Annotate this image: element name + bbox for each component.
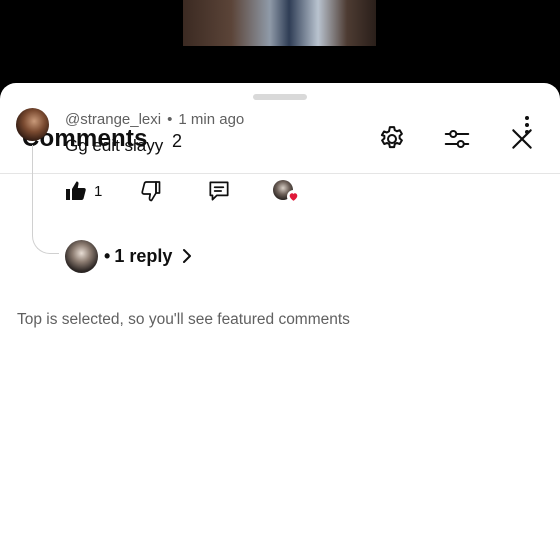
thumbs-down-icon	[141, 181, 161, 202]
meta-separator: •	[167, 111, 173, 128]
video-thumbnail	[183, 0, 376, 46]
avatar[interactable]	[16, 108, 49, 141]
video-area	[0, 0, 560, 92]
reply-avatar	[65, 239, 98, 273]
gear-icon	[380, 126, 403, 149]
chevron-right-icon	[183, 249, 192, 263]
thread-connector	[32, 145, 59, 254]
comment-username[interactable]: @strange_lexi	[65, 111, 161, 128]
more-vert-icon[interactable]	[516, 113, 538, 137]
sort-filter-button[interactable]	[441, 123, 473, 155]
comment-text: Gg edit slayy	[65, 136, 164, 155]
comment-time: 1 min ago	[178, 111, 245, 128]
creator-heart[interactable]	[273, 178, 300, 204]
reply-button[interactable]	[206, 178, 232, 204]
sliders-icon	[444, 129, 470, 149]
comment-meta: @strange_lexi • 1 min ago	[65, 111, 244, 128]
drag-handle[interactable]	[253, 94, 307, 100]
view-replies-button[interactable]: • 1 reply	[65, 239, 194, 273]
replies-label: 1 reply	[114, 245, 173, 266]
heart-icon	[287, 190, 300, 203]
settings-button[interactable]	[376, 123, 408, 155]
thumbs-up-icon	[66, 181, 86, 200]
header-divider	[0, 173, 560, 174]
dislike-button[interactable]	[139, 178, 163, 204]
comment-icon	[209, 181, 229, 201]
sort-info-text: Top is selected, so you'll see featured …	[17, 311, 350, 328]
reply-bullet: •	[104, 245, 111, 266]
like-button[interactable]: 1	[64, 178, 102, 204]
comment-count: 2	[172, 131, 183, 151]
like-count: 1	[94, 182, 103, 200]
